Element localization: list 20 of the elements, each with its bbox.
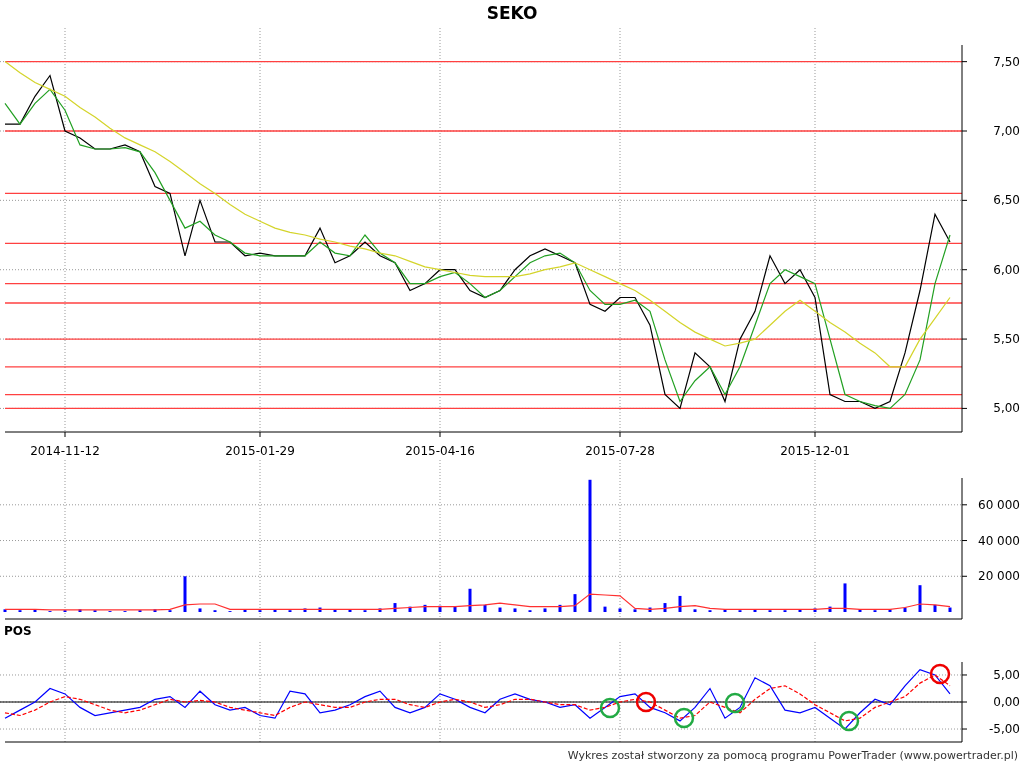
y-axis-label: 0,00 xyxy=(993,695,1020,709)
y-axis-label: 60 000 xyxy=(978,497,1020,512)
indicator-title: POS xyxy=(4,623,32,640)
y-axis-label: 5,00 xyxy=(993,401,1020,416)
y-axis-label: 20 000 xyxy=(978,569,1020,584)
chart-title: SEKO xyxy=(486,2,538,26)
y-axis-label: 5,50 xyxy=(993,332,1020,347)
y-axis-label: 40 000 xyxy=(978,533,1020,548)
y-axis-label: 7,50 xyxy=(993,54,1020,69)
y-axis-label: 6,00 xyxy=(993,262,1020,277)
footer-credit: Wykres został stworzony za pomocą programu PowerTrader (www.powertrader.pl) xyxy=(567,748,1018,765)
y-axis-label: -5,00 xyxy=(988,722,1020,737)
y-axis-label: 6,50 xyxy=(993,193,1020,208)
x-axis-label: 2015-04-16 xyxy=(405,444,475,458)
x-axis-label: 2015-01-29 xyxy=(225,444,295,458)
y-axis-label: 7,00 xyxy=(993,124,1020,138)
y-axis-label: 5,00 xyxy=(993,667,1020,682)
x-axis-label: 2015-07-28 xyxy=(585,444,655,458)
x-axis-label: 2014-11-12 xyxy=(30,444,100,458)
x-axis-label: 2015-12-01 xyxy=(780,444,850,458)
